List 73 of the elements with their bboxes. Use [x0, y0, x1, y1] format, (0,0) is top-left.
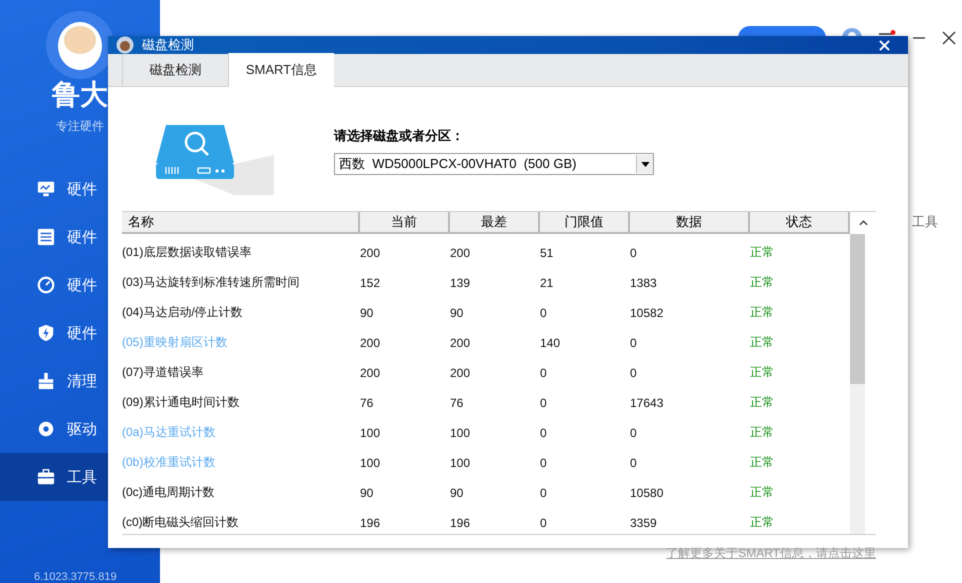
table-cell-text: 10580 — [630, 484, 664, 502]
table-cell-text: 76 — [360, 394, 374, 412]
column-header[interactable]: 门限值 — [540, 212, 630, 234]
tab[interactable]: SMART信息 — [228, 53, 334, 87]
table-cell-text: 正常 — [750, 424, 775, 441]
side-hint: 工具 — [912, 213, 938, 231]
table-cell-text: 0 — [630, 364, 638, 382]
table-cell-text: 100 — [360, 424, 382, 442]
column-header[interactable]: 最差 — [450, 212, 540, 234]
table-cell-text: 0 — [630, 334, 638, 352]
table-cell-text: 0 — [630, 454, 638, 472]
table-cell-text: 196 — [360, 514, 382, 532]
column-header[interactable]: 数据 — [630, 212, 750, 234]
table-cell-text: 正常 — [750, 244, 775, 261]
table-cell-text: 200 — [360, 364, 382, 382]
table-cell-text: 正常 — [750, 364, 775, 381]
table-cell-text: 0 — [540, 484, 548, 502]
slogan: 专注硬件 — [56, 118, 104, 135]
table-cell-text: 100 — [450, 424, 472, 442]
table-cell-text: 140 — [540, 334, 562, 352]
table-cell-text: (0a)马达重试计数 — [122, 424, 216, 441]
table-cell-text: 17643 — [630, 394, 664, 412]
table-cell-text: 0 — [540, 514, 548, 532]
table-cell-text: 0 — [630, 424, 638, 442]
table-cell-text: 200 — [360, 334, 382, 352]
table-cell-text: 0 — [540, 424, 548, 442]
column-header[interactable]: 名称 — [122, 212, 360, 234]
table-cell-text: (c0)断电磁头缩回计数 — [122, 514, 240, 531]
table-cell-text: 90 — [450, 304, 464, 322]
table-cell-text: 正常 — [750, 514, 775, 531]
table-cell-text: 21 — [540, 274, 554, 292]
table-cell-text: 正常 — [750, 484, 775, 501]
table-cell-text: 0 — [540, 454, 548, 472]
table-cell-text: 0 — [630, 244, 638, 262]
logo-text: 鲁大 — [52, 78, 108, 112]
column-header[interactable]: 状态 — [750, 212, 850, 234]
table-cell-text: 0 — [540, 304, 548, 322]
version-label: 6.1023.3775.819 — [33, 571, 118, 583]
table-cell-text: 152 — [360, 274, 382, 292]
table-cell-text: 0 — [540, 364, 548, 382]
table-cell-text: 200 — [450, 334, 472, 352]
table-cell-text: 正常 — [750, 334, 775, 351]
sidebar-item[interactable]: 硬件 — [0, 165, 160, 213]
column-header[interactable]: 当前 — [360, 212, 450, 234]
table-cell-text: 正常 — [750, 394, 775, 411]
dialog-title: 磁盘检测 — [142, 36, 194, 54]
table-cell-text: 10582 — [630, 304, 664, 322]
disk-label: 请选择磁盘或者分区： — [334, 127, 465, 145]
disk-dropdown[interactable]: 西数 WD5000LPCX-00VHAT0 (500 GB) — [334, 153, 654, 175]
table-cell-text: 139 — [450, 274, 472, 292]
table-cell-text: 196 — [450, 514, 472, 532]
table-cell-text: 正常 — [750, 454, 775, 471]
table-cell-text: (04)马达启动/停止计数 — [122, 304, 244, 321]
table-cell-text: 正常 — [750, 274, 775, 291]
table-cell-text: 100 — [450, 454, 472, 472]
table-cell-text: 1383 — [630, 274, 658, 292]
table-cell-text: (01)底层数据读取错误率 — [122, 244, 252, 261]
table-cell-text: 3359 — [630, 514, 658, 532]
table-cell-text: (05)重映射扇区计数 — [122, 334, 228, 351]
table-cell-text: 90 — [360, 484, 374, 502]
table-cell-text: 90 — [360, 304, 374, 322]
table-cell-text: 76 — [450, 394, 464, 412]
table-cell-text: 90 — [450, 484, 464, 502]
table-cell-text: (09)累计通电时间计数 — [122, 394, 240, 411]
table-cell-text: 200 — [360, 244, 382, 262]
table-cell-text: 正常 — [750, 304, 775, 321]
table-cell-text: (03)马达旋转到标准转速所需时间 — [122, 274, 300, 291]
table-cell-text: 100 — [360, 454, 382, 472]
table-cell-text: 200 — [450, 244, 472, 262]
table-cell-text: (07)寻道错误率 — [122, 364, 204, 381]
table-cell-text: 200 — [450, 364, 472, 382]
table-cell-text: 51 — [540, 244, 554, 262]
table-cell-text: 0 — [540, 394, 548, 412]
